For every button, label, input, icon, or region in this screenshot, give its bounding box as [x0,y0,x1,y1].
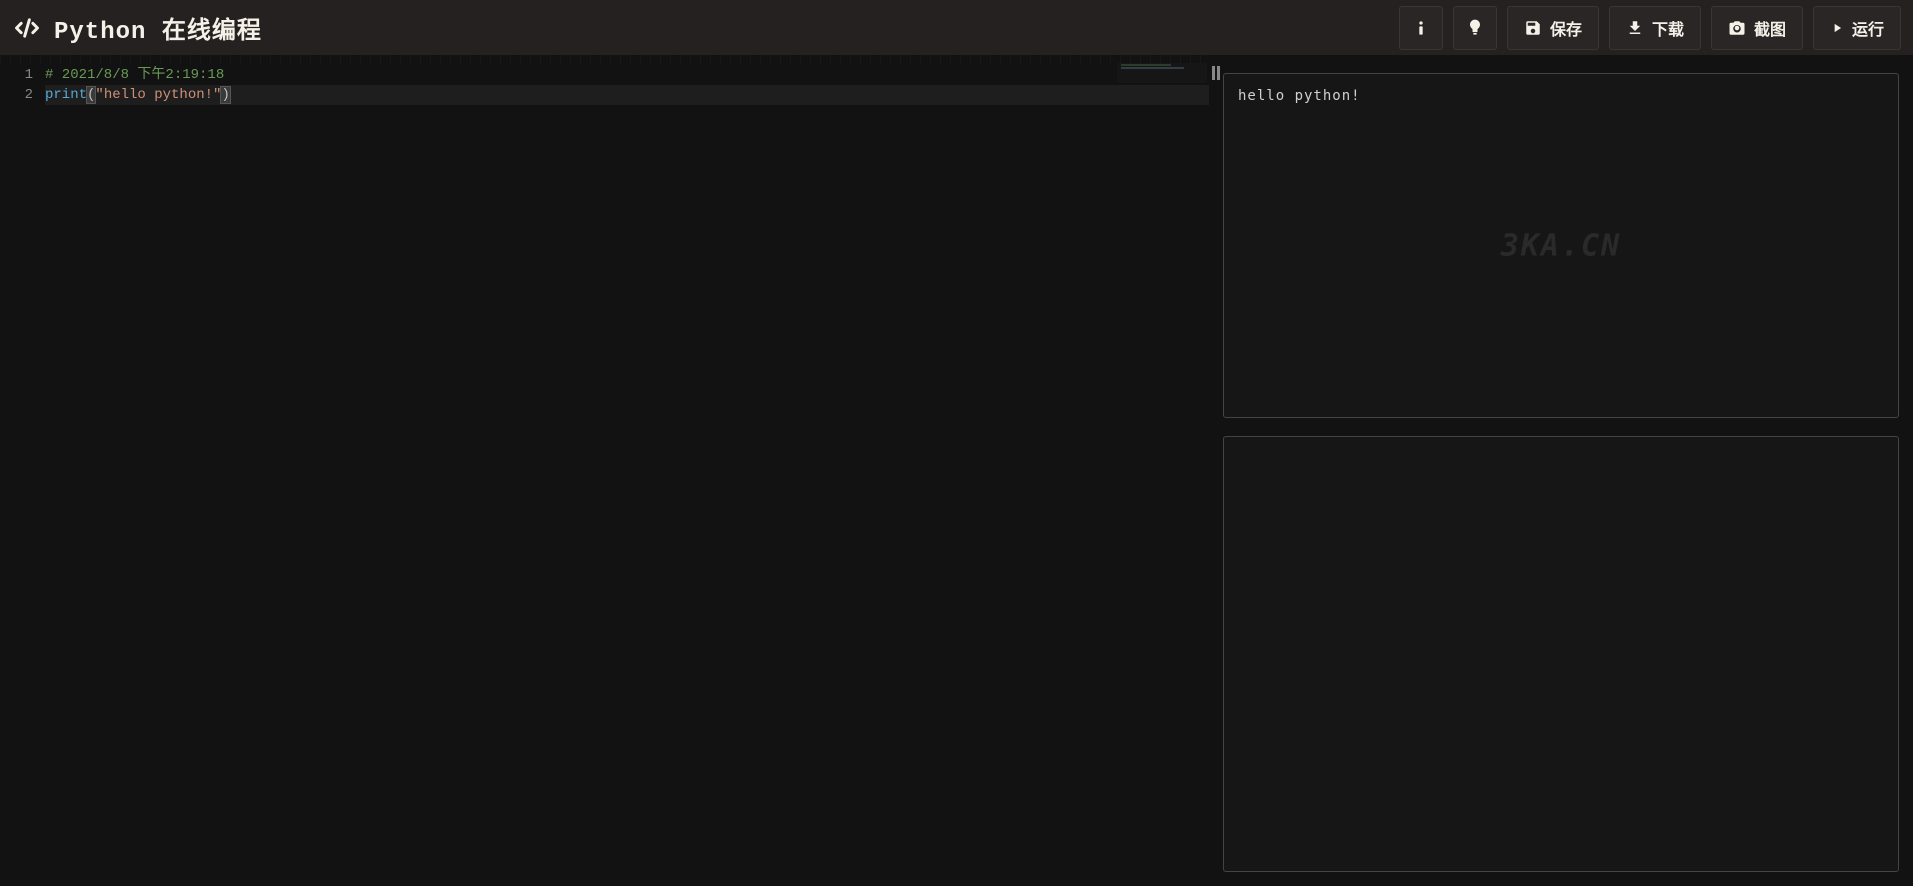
download-icon [1626,19,1644,37]
save-button[interactable]: 保存 [1507,6,1599,50]
header-left: Python 在线编程 [12,10,262,46]
app-title: Python 在线编程 [54,10,262,46]
download-button[interactable]: 下载 [1609,6,1701,50]
keyword-token: print [45,87,87,103]
text-cursor [230,86,231,102]
save-icon [1524,19,1542,37]
secondary-panel[interactable] [1223,436,1899,872]
main-area: 1 2 # 2021/8/8 下午2:19:18 print("hello py… [0,55,1913,886]
pane-divider[interactable] [1209,55,1223,886]
screenshot-label: 截图 [1754,16,1786,40]
camera-icon [1728,19,1746,37]
hint-button[interactable] [1453,6,1497,50]
editor-pane[interactable]: 1 2 # 2021/8/8 下午2:19:18 print("hello py… [0,55,1209,886]
paren-token: ) [221,87,229,103]
run-label: 运行 [1852,16,1884,40]
line-gutter: 1 2 [0,65,45,105]
play-icon [1830,21,1844,35]
line-number: 2 [0,85,33,105]
code-lines[interactable]: # 2021/8/8 下午2:19:18 print("hello python… [45,65,1209,105]
run-button[interactable]: 运行 [1813,6,1901,50]
watermark-text: 3KA.CN [1501,228,1621,263]
right-pane: hello python! 3KA.CN [1223,55,1913,886]
lightbulb-icon [1465,18,1485,38]
header-right: 保存 下载 截图 运行 [1399,6,1901,50]
code-logo-icon [12,13,42,43]
divider-handle-icon [1209,63,1223,83]
info-icon [1411,18,1431,38]
download-label: 下载 [1652,16,1684,40]
screenshot-button[interactable]: 截图 [1711,6,1803,50]
string-token: "hello python!" [95,87,221,103]
minimap[interactable] [1117,63,1207,83]
header-bar: Python 在线编程 保存 下载 [0,0,1913,55]
output-panel[interactable]: hello python! 3KA.CN [1223,73,1899,418]
output-text: hello python! [1238,88,1884,104]
code-line[interactable]: print("hello python!") [45,85,1209,105]
info-button[interactable] [1399,6,1443,50]
line-number: 1 [0,65,33,85]
code-line[interactable]: # 2021/8/8 下午2:19:18 [45,65,1209,85]
editor-ruler [0,55,1209,63]
comment-text: # 2021/8/8 下午2:19:18 [45,67,224,83]
save-label: 保存 [1550,16,1582,40]
